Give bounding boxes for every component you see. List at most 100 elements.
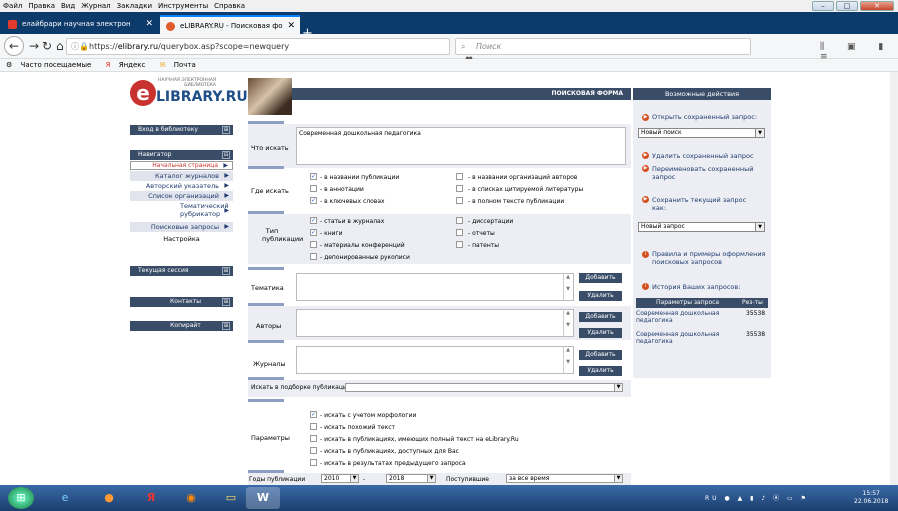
nav-authors[interactable]: Авторский указатель ▶ — [130, 181, 233, 191]
back-button[interactable]: ← — [4, 36, 24, 56]
incoming-select[interactable]: за все время ▼ — [506, 474, 623, 483]
what-input[interactable]: Современная дошкольная педагогика — [296, 127, 626, 165]
menu-item[interactable]: Правка — [28, 2, 55, 10]
checkbox-abstract[interactable] — [310, 185, 317, 192]
yandex-browser-icon[interactable]: Я — [134, 487, 168, 509]
delete-saved-link[interactable]: Удалить сохраненный запрос — [652, 152, 754, 160]
start-button[interactable]: ⊞ — [8, 487, 34, 509]
forward-button[interactable]: → — [29, 39, 39, 53]
checkbox-morphology[interactable]: ✓ — [310, 411, 317, 418]
checkbox-books[interactable]: ✓ — [310, 229, 317, 236]
page-scrollbar[interactable] — [890, 72, 898, 485]
save-query-select[interactable]: Новый запрос ▼ — [638, 222, 765, 232]
checkbox-available[interactable] — [310, 447, 317, 454]
ie-icon[interactable]: e — [48, 487, 82, 509]
close-window-button[interactable]: ✕ — [860, 1, 894, 11]
home-button[interactable]: ⌂ — [56, 39, 64, 53]
where-title-label: - в названии публикации — [320, 174, 400, 181]
checkbox-refs[interactable] — [456, 185, 463, 192]
url-bar[interactable]: ⓘ 🔒 https://elibrary.ru/querybox.asp?sco… — [66, 38, 484, 81]
checkbox-fulltext[interactable] — [456, 197, 463, 204]
clock[interactable]: 15:57 22.06.2018 — [854, 490, 888, 506]
authors-remove-button[interactable]: Удалить — [579, 328, 622, 338]
nav-queries[interactable]: Поисковые запросы ▶ — [130, 222, 233, 232]
checkbox-title[interactable]: ✓ — [310, 173, 317, 180]
checkbox-conferences[interactable] — [310, 241, 317, 248]
collection-select[interactable]: ▼ — [345, 383, 623, 392]
info-icon[interactable]: ⓘ — [71, 39, 79, 54]
bookmark-mail[interactable]: ✉ Почта — [154, 61, 196, 69]
menu-item[interactable]: Инструменты — [158, 2, 208, 10]
contacts-button[interactable]: Контакты ⊞ — [130, 297, 233, 307]
year-from-select[interactable]: 2010 ▼ — [321, 474, 359, 483]
firefox-icon[interactable]: ● — [92, 487, 126, 509]
minimize-button[interactable]: – — [812, 1, 834, 11]
journals-list[interactable] — [296, 346, 574, 374]
checkbox-dissertations[interactable] — [456, 217, 463, 224]
nav-settings[interactable]: Настройка — [130, 234, 233, 244]
theme-label: Тематика — [251, 284, 284, 292]
menu-item[interactable]: Вид — [61, 2, 75, 10]
theme-scroll-icon[interactable]: ▲ ▼ — [563, 274, 572, 300]
journals-add-button[interactable]: Добавить — [579, 350, 622, 360]
checkbox-similar[interactable] — [310, 423, 317, 430]
theme-remove-button[interactable]: Удалить — [579, 291, 622, 301]
year-to-select[interactable]: 2018 ▼ — [386, 474, 436, 483]
authors-scroll-icon[interactable]: ▲ ▼ — [563, 310, 572, 336]
elibrary-logo[interactable]: e НАУЧНАЯ ЭЛЕКТРОННАЯ БИБЛИОТЕКА LIBRARY… — [130, 78, 248, 112]
nav-journals[interactable]: Каталог журналов ▶ — [130, 171, 233, 181]
word-icon[interactable]: W — [246, 487, 280, 509]
authors-list[interactable] — [296, 309, 574, 337]
chevron-down-icon: ▼ — [755, 129, 764, 137]
copyright-button[interactable]: Копирайт ⊞ — [130, 321, 233, 331]
close-tab-icon[interactable]: ✕ — [145, 15, 153, 34]
checkbox-reports[interactable] — [456, 229, 463, 236]
login-button[interactable]: Вход в библиотеку ⊞ — [130, 125, 233, 135]
open-saved-link[interactable]: Открыть сохраненный запрос: — [652, 113, 757, 121]
years-label: Годы публикации — [249, 476, 306, 483]
search-input[interactable]: ⌕ Поиск — [455, 38, 751, 55]
folder-icon[interactable]: ▭ — [214, 487, 248, 509]
session-button[interactable]: Текущая сессия ⊞ — [130, 266, 233, 276]
rules-link[interactable]: Правила и примеры оформления поисковых з… — [652, 250, 768, 266]
menu-item[interactable]: Файл — [3, 2, 22, 10]
authors-add-button[interactable]: Добавить — [579, 312, 622, 322]
checkbox-keywords[interactable]: ✓ — [310, 197, 317, 204]
rename-saved-link[interactable]: Переименовать сохраненный запрос — [652, 165, 764, 181]
history-query-link[interactable]: Современная дошкольная педагогика — [636, 310, 731, 324]
menu-item[interactable]: Закладки — [117, 2, 152, 10]
theme-list[interactable] — [296, 273, 574, 301]
saved-query-select[interactable]: Новый поиск ▼ — [638, 128, 765, 138]
url-prefix: https:// — [89, 42, 118, 51]
journals-scroll-icon[interactable]: ▲ ▼ — [563, 347, 572, 373]
save-as-link[interactable]: Сохранить текущий запрос как: — [652, 196, 757, 212]
type-label: Тип публикации — [262, 227, 304, 243]
params-label: Параметры — [251, 434, 290, 442]
nav-rubricator[interactable]: Тематический рубрикатор ▶ — [130, 202, 233, 220]
history-query-link[interactable]: Современная дошкольная педагогика — [636, 331, 731, 345]
journals-remove-button[interactable]: Удалить — [579, 366, 622, 376]
nav-home[interactable]: Начальная страница ▶ — [130, 161, 233, 170]
header-image — [248, 78, 292, 115]
maximize-button[interactable]: □ — [836, 1, 858, 11]
bookmark-yandex[interactable]: Я Яндекс — [100, 61, 146, 69]
reload-button[interactable]: ↻ — [42, 39, 52, 53]
media-icon[interactable]: ◉ — [174, 487, 208, 509]
theme-add-button[interactable]: Добавить — [579, 273, 622, 283]
checkbox-previous[interactable] — [310, 459, 317, 466]
navigator-button[interactable]: Навигатор ⊟ — [130, 150, 233, 160]
menu-item[interactable]: Журнал — [81, 2, 110, 10]
history-count: 35538 — [746, 331, 766, 338]
checkbox-articles[interactable]: ✓ — [310, 217, 317, 224]
tab-yandex[interactable]: елайбрари научная электрон ✕ — [2, 15, 158, 34]
type-patents-label: - патенты — [468, 242, 500, 249]
checkbox-orgs[interactable] — [456, 173, 463, 180]
year-dash: - — [363, 476, 366, 483]
menu-item[interactable]: Справка — [214, 2, 245, 10]
checkbox-patents[interactable] — [456, 241, 463, 248]
tab-elibrary[interactable]: eLIBRARY.RU - Поисковая фо ✕ — [160, 15, 300, 34]
nav-organizations[interactable]: Список организаций ▶ — [130, 191, 233, 201]
checkbox-manuscripts[interactable] — [310, 253, 317, 260]
checkbox-has-fulltext[interactable] — [310, 435, 317, 442]
bookmark-frequent[interactable]: ⚙ Часто посещаемые — [6, 61, 91, 69]
